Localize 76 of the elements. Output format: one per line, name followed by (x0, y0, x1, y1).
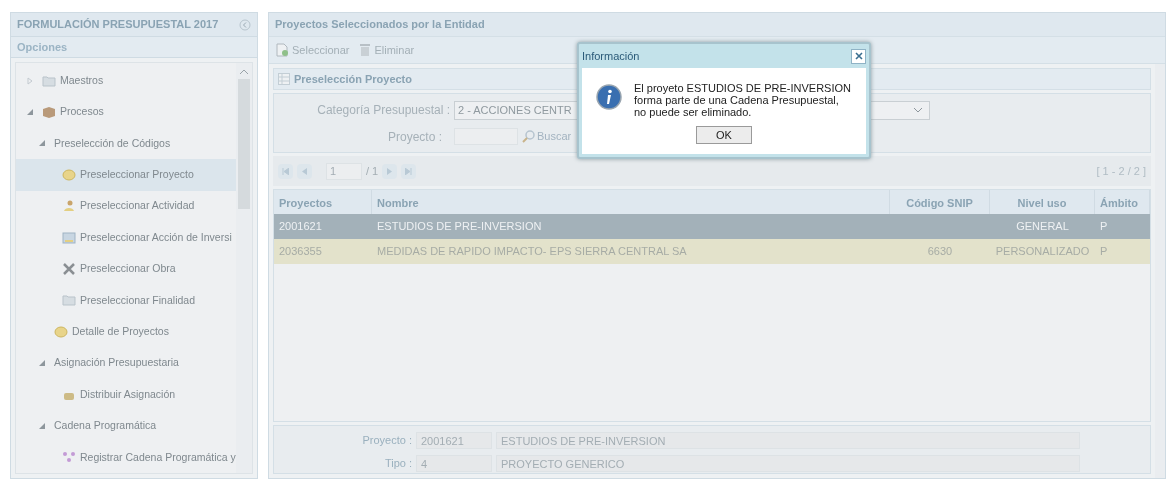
table-cell-text: ESTUDIOS DE PRE-INVERSION (376, 219, 543, 235)
page-total: / 1 (366, 163, 379, 179)
section-title: Opciones (17, 39, 68, 55)
sidebar-title: FORMULACIÓN PRESUPUESTAL 2017 (17, 17, 219, 33)
search-button[interactable]: Buscar (522, 128, 572, 145)
panel-title: Proyectos Seleccionados por la Entidad (275, 17, 485, 33)
field-label: Tipo : (383, 456, 412, 472)
next-page-icon (386, 167, 394, 175)
table-cell-text: 2001621 (278, 219, 323, 235)
collapse-icon[interactable] (239, 18, 251, 31)
tree-item[interactable]: Distribuir Asignación (80, 386, 176, 403)
toolbar-button[interactable]: Eliminar (359, 41, 415, 59)
expanded-arrow-icon[interactable] (38, 422, 46, 430)
code-field[interactable]: 2001621 (416, 432, 492, 449)
table-cell-text: MEDIDAS DE RAPIDO IMPACTO- EPS SIERRA CENTRAL SA (376, 244, 688, 260)
tree-item[interactable]: Preseleccionar Obra (80, 261, 176, 277)
close-icon (854, 52, 863, 60)
tree-item[interactable]: Preseleccionar Actividad (80, 198, 195, 215)
ok-button[interactable]: OK (696, 126, 752, 144)
code-field[interactable]: 4 (416, 455, 492, 472)
expanded-arrow-icon[interactable] (38, 139, 46, 148)
info-icon (596, 84, 622, 110)
toolbar-button[interactable]: Seleccionar (275, 41, 350, 59)
search-icon (522, 130, 535, 143)
network-icon (62, 451, 76, 464)
page-input[interactable]: 1 (326, 162, 362, 180)
tree-item[interactable]: Registrar Cadena Programática y (80, 449, 236, 466)
tree-item[interactable]: Procesos (60, 104, 104, 120)
tree-item[interactable]: Cadena Programática (54, 418, 157, 434)
disc-icon (54, 325, 68, 338)
table-cell-text: PERSONALIZADO (994, 244, 1091, 260)
tree-item[interactable]: Preselección de Códigos (54, 135, 171, 152)
document-add-icon (275, 43, 289, 57)
table-cell-text: P (1099, 244, 1109, 260)
collapsed-arrow-icon[interactable] (26, 76, 34, 85)
disc-icon (62, 168, 76, 181)
tree-item[interactable]: Asignación Presupuestaria (54, 355, 179, 372)
table-cell-text: 6630 (926, 244, 954, 260)
expanded-arrow-icon[interactable] (26, 108, 34, 117)
table-cell-text: 2036355 (278, 244, 323, 260)
table-row[interactable]: 2001621 ESTUDIOS DE PRE-INVERSION GENERAL P (274, 214, 1150, 239)
folder-icon (42, 74, 56, 87)
document-icon (62, 231, 76, 244)
table-cell-text: GENERAL (1015, 219, 1070, 235)
panel-title: Preselección Proyecto (294, 71, 412, 87)
table-row[interactable]: 2036355 MEDIDAS DE RAPIDO IMPACTO- EPS SIERRA CENTRAL SA 6630 PERSONALIZADO P (274, 239, 1150, 264)
grid-icon (278, 73, 290, 85)
dialog-title: Información (582, 48, 640, 64)
scrollbar[interactable] (1155, 64, 1165, 478)
next-page-button[interactable] (382, 163, 398, 179)
person-icon (62, 200, 76, 213)
first-page-icon (282, 167, 289, 175)
folder-icon (62, 294, 76, 307)
chevron-up-icon[interactable] (239, 69, 249, 75)
box-icon (42, 106, 56, 119)
previous-page-icon (301, 167, 308, 175)
scrollbar[interactable] (236, 63, 252, 473)
tree-item[interactable]: Preseleccionar Finalidad (80, 292, 195, 309)
previous-page-button[interactable] (297, 163, 312, 179)
chevron-down-icon (913, 107, 923, 113)
last-page-button[interactable] (401, 163, 417, 179)
tree-item[interactable]: Maestros (60, 72, 104, 89)
field-label: Categoría Presupuestal : (316, 102, 450, 119)
field-label: Proyecto : (361, 433, 412, 449)
last-page-icon (405, 167, 413, 175)
close-button[interactable] (851, 48, 866, 64)
dialog-message: El proyeto ESTUDIOS DE PRE-INVERSION forma parte de una Cadena Presupuestal, no puede ser eliminado. (634, 82, 852, 118)
tree-item[interactable]: Detalle de Proyectos (72, 323, 169, 340)
table-cell-text: P (1099, 219, 1109, 235)
name-field[interactable]: PROYECTO GENERICO (496, 455, 1080, 472)
tree-item[interactable]: Preseleccionar Acción de Inversi (80, 229, 232, 246)
name-field[interactable]: ESTUDIOS DE PRE-INVERSION (496, 432, 1080, 449)
trash-icon (359, 43, 372, 57)
first-page-button[interactable] (278, 163, 293, 179)
expanded-arrow-icon[interactable] (38, 359, 46, 368)
field-label: Proyecto : (386, 128, 442, 146)
